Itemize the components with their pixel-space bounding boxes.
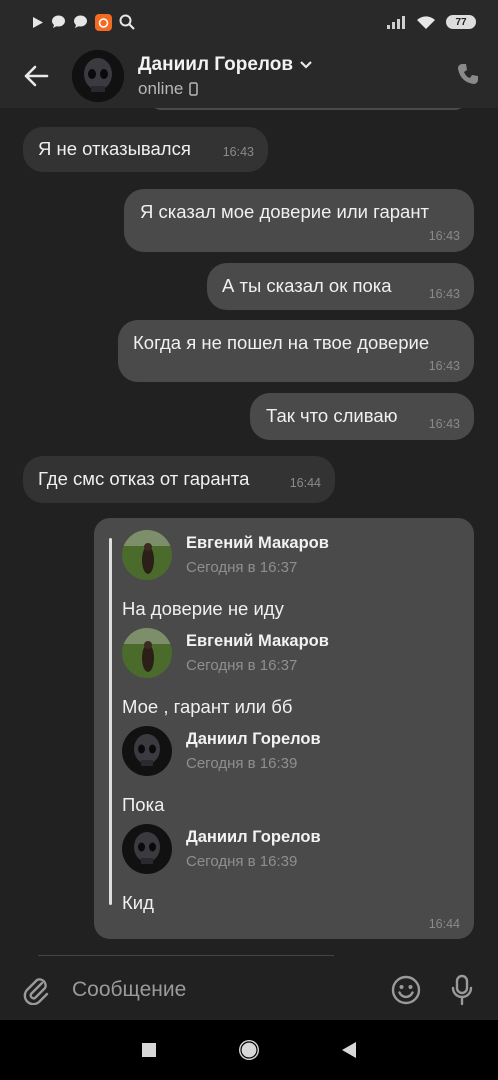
message-input[interactable]	[72, 978, 378, 1002]
message-text: Я сказал мое доверие или гарант	[140, 201, 430, 222]
avatar[interactable]	[122, 726, 172, 776]
avatar[interactable]	[122, 824, 172, 874]
forwarded-text: Пока	[122, 794, 165, 815]
message-text: Так что сливаю	[266, 405, 398, 426]
home-icon	[239, 1040, 259, 1060]
forward-quote-line	[109, 538, 112, 905]
chat-bubble-icon	[52, 15, 65, 28]
composer-divider	[38, 955, 334, 956]
back-arrow-icon	[24, 65, 49, 87]
emoji-button[interactable]	[378, 975, 434, 1005]
avatar[interactable]	[122, 530, 172, 580]
message-incoming[interactable]: Где смс отказ от гаранта 16:44	[23, 456, 335, 503]
mobile-icon	[189, 81, 199, 96]
phone-icon	[458, 63, 478, 84]
forwarded-header: Евгений Макаров Сегодня в 16:37	[122, 628, 329, 678]
message-text: Когда я не пошел на твое доверие	[133, 332, 430, 353]
forwarded-text: Мое , гарант или бб	[122, 696, 293, 717]
chat-header: Даниил Горелов online	[0, 44, 498, 108]
person-photo-avatar	[122, 530, 172, 580]
contact-name: Даниил Горелов	[138, 53, 293, 75]
battery-icon: 77	[446, 15, 476, 29]
skull-avatar-image	[122, 824, 172, 874]
avatar[interactable]	[122, 628, 172, 678]
forwarded-header: Евгений Макаров Сегодня в 16:37	[122, 530, 329, 580]
forwarded-text: На доверие не иду	[122, 598, 284, 619]
play-icon	[33, 16, 43, 28]
back-button[interactable]	[0, 65, 72, 87]
message-incoming[interactable]: Я не отказывался 16:43	[23, 127, 268, 172]
system-navigation-bar	[0, 1020, 498, 1080]
message-text: А ты сказал ок пока	[222, 275, 392, 296]
message-time: 16:43	[428, 287, 460, 301]
sent-date: Сегодня в 16:39	[186, 755, 298, 772]
recent-apps-icon	[142, 1043, 156, 1057]
partial-message-bubble	[150, 108, 466, 110]
call-button[interactable]	[456, 62, 480, 91]
home-button[interactable]	[237, 1038, 261, 1062]
back-nav-button[interactable]	[341, 1041, 357, 1059]
message-text: Я не отказывался	[38, 138, 191, 159]
chat-bubble-icon	[74, 15, 87, 28]
forwarded-text: Кид	[122, 892, 154, 913]
recent-apps-button[interactable]	[141, 1042, 157, 1058]
message-time: 16:43	[428, 359, 460, 373]
forwarded-header: Даниил Горелов Сегодня в 16:39	[122, 824, 321, 874]
forwarded-message: Евгений Макаров Сегодня в 16:37 На довер…	[122, 530, 329, 620]
chat-title-row[interactable]: Даниил Горелов	[138, 54, 313, 76]
sender-name: Евгений Макаров	[186, 534, 329, 552]
message-outgoing[interactable]: Так что сливаю 16:43	[250, 393, 474, 440]
forwarded-messages-bubble[interactable]: Евгений Макаров Сегодня в 16:37 На довер…	[94, 518, 474, 939]
message-outgoing[interactable]: А ты сказал ок пока 16:43	[207, 263, 474, 310]
sent-date: Сегодня в 16:37	[186, 559, 298, 576]
voice-message-button[interactable]	[434, 974, 490, 1006]
app-notification-icon	[95, 13, 112, 31]
attach-icon	[23, 978, 49, 1005]
search-icon	[119, 14, 135, 30]
forwarded-message: Даниил Горелов Сегодня в 16:39 Кид	[122, 824, 321, 914]
sent-date: Сегодня в 16:39	[186, 853, 298, 870]
emoji-icon	[391, 975, 421, 1005]
back-icon	[342, 1042, 356, 1058]
message-time: 16:43	[222, 145, 254, 159]
contact-status: online	[138, 79, 313, 99]
message-time: 16:43	[428, 417, 460, 431]
status-bar: 77	[0, 0, 498, 44]
chevron-down-icon	[300, 60, 312, 69]
avatar[interactable]	[72, 50, 124, 102]
sent-date: Сегодня в 16:37	[186, 657, 298, 674]
skull-avatar-image	[122, 726, 172, 776]
message-time: 16:44	[289, 476, 321, 490]
forwarded-header: Даниил Горелов Сегодня в 16:39	[122, 726, 321, 776]
forwarded-message: Даниил Горелов Сегодня в 16:39 Пока	[122, 726, 321, 816]
message-composer	[0, 960, 498, 1020]
sender-name: Евгений Макаров	[186, 632, 329, 650]
message-text: Где смс отказ от гаранта	[38, 468, 250, 489]
chat-title-block[interactable]: Даниил Горелов online	[138, 54, 313, 99]
message-time: 16:44	[428, 917, 460, 931]
message-outgoing[interactable]: Когда я не пошел на твое доверие 16:43	[118, 320, 474, 382]
skull-avatar-image	[72, 50, 124, 102]
status-right: 77	[386, 15, 476, 30]
attach-button[interactable]	[0, 975, 72, 1005]
sender-name: Даниил Горелов	[186, 828, 321, 846]
battery-level: 77	[455, 16, 467, 28]
person-photo-avatar	[122, 628, 172, 678]
message-time: 16:43	[428, 229, 460, 243]
microphone-icon	[451, 974, 473, 1006]
status-left	[32, 13, 135, 31]
message-list[interactable]: Я не отказывался 16:43 Я сказал мое дове…	[0, 108, 498, 958]
signal-icon	[387, 16, 405, 29]
sender-name: Даниил Горелов	[186, 730, 321, 748]
wifi-icon	[417, 15, 435, 29]
forwarded-message: Евгений Макаров Сегодня в 16:37 Мое , га…	[122, 628, 329, 718]
message-outgoing[interactable]: Я сказал мое доверие или гарант 16:43	[124, 189, 474, 252]
online-status: online	[138, 78, 184, 98]
